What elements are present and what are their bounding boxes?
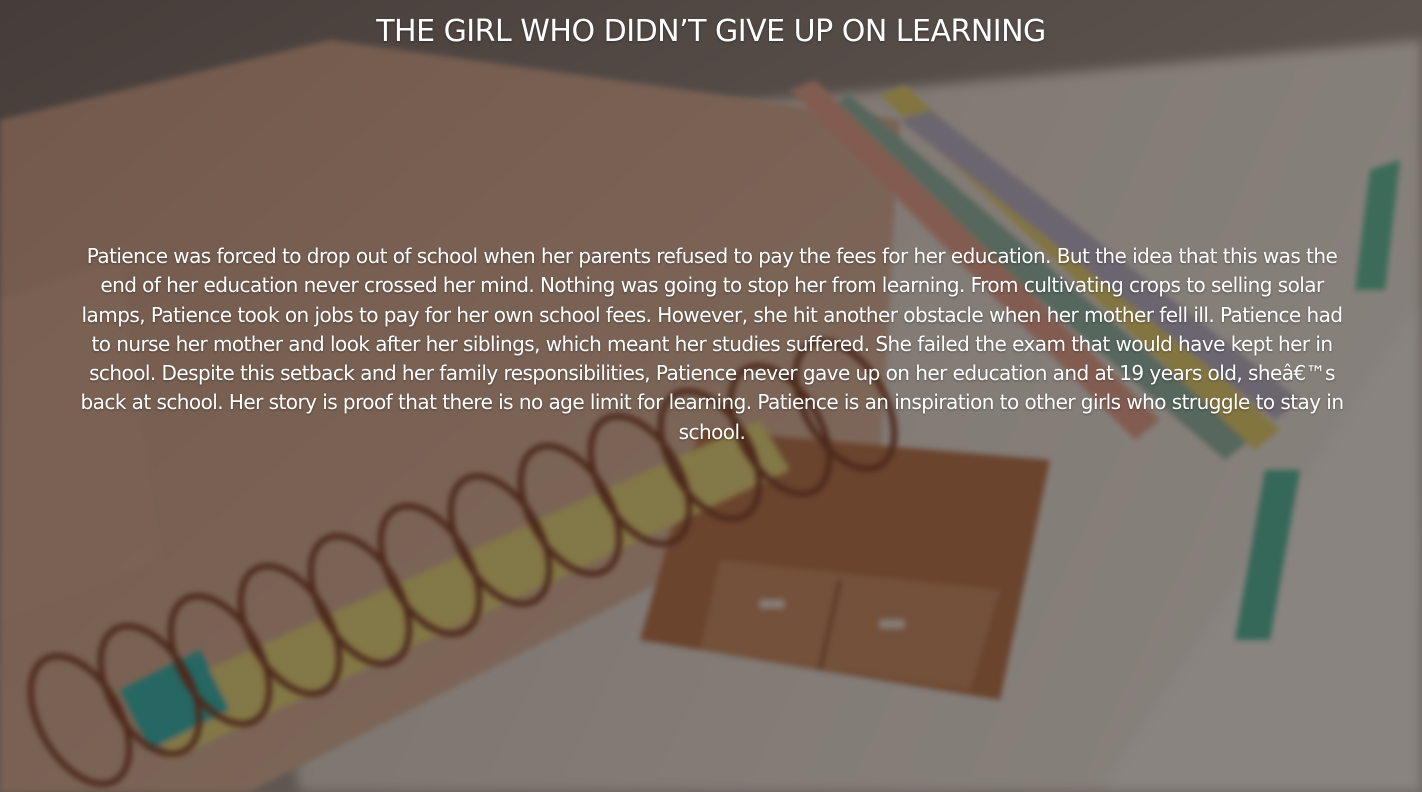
story-title: THE GIRL WHO DIDN’T GIVE UP ON LEARNING: [376, 14, 1046, 49]
story-body: Patience was forced to drop out of schoo…: [80, 244, 1344, 444]
story-slide: THE GIRL WHO DIDN’T GIVE UP ON LEARNING …: [0, 0, 1422, 792]
